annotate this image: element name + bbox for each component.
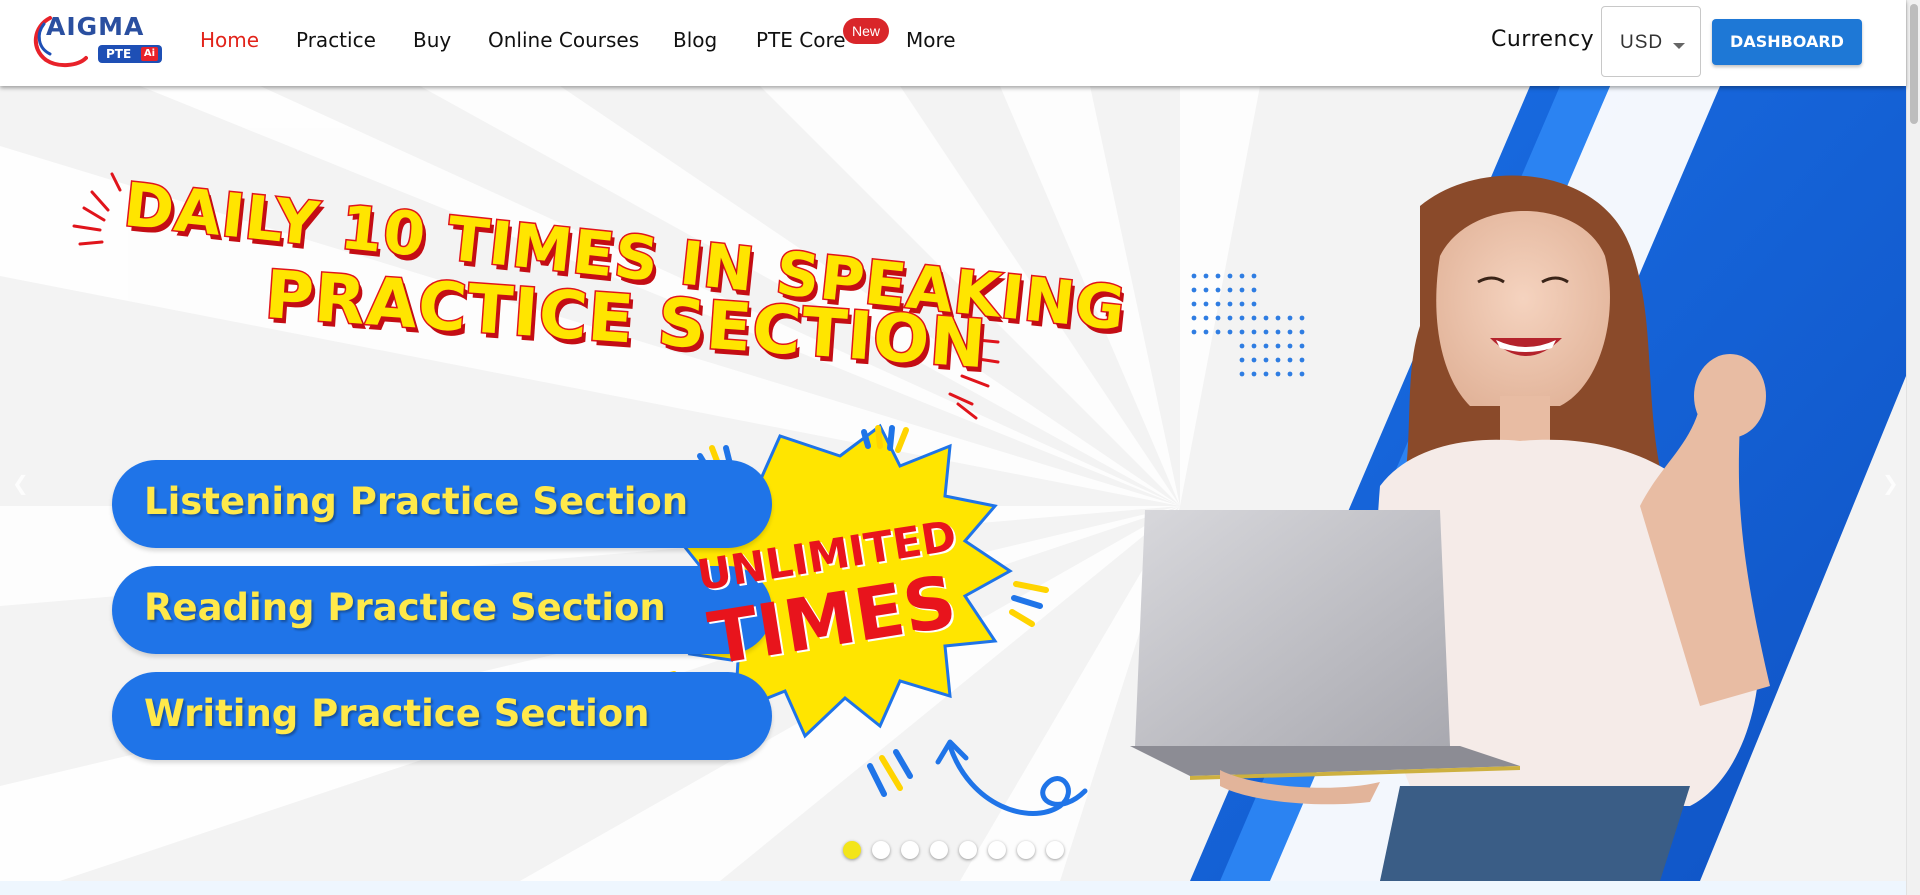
reading-section-pill[interactable]: Reading Practice Section <box>112 566 772 654</box>
hero-carousel: DAILY 10 TIMES IN SPEAKING PRACTICE SECT… <box>0 86 1906 881</box>
writing-section-label: Writing Practice Section <box>144 692 650 735</box>
nav-buy[interactable]: Buy <box>413 28 451 52</box>
new-badge: New <box>843 18 889 44</box>
carousel-prev-icon[interactable]: ❮ <box>12 471 29 496</box>
scrollbar-thumb[interactable] <box>1910 4 1918 124</box>
carousel-dot-7[interactable] <box>1017 841 1035 859</box>
currency-select[interactable]: USD <box>1601 6 1701 77</box>
carousel-dot-4[interactable] <box>930 841 948 859</box>
currency-label: Currency <box>1491 27 1595 52</box>
carousel-dot-6[interactable] <box>988 841 1006 859</box>
logo-ai-badge: Ai <box>140 47 158 61</box>
nav-practice[interactable]: Practice <box>296 28 376 52</box>
page-scrollbar[interactable] <box>1906 0 1920 895</box>
writing-section-pill[interactable]: Writing Practice Section <box>112 672 772 760</box>
section-divider <box>0 881 1906 895</box>
page: AIGMA PTE Ai Home Practice Buy Online Co… <box>0 0 1920 895</box>
carousel-dot-1[interactable] <box>843 841 861 859</box>
logo-badge-text: PTE <box>106 47 132 61</box>
carousel-dot-8[interactable] <box>1046 841 1064 859</box>
carousel-dot-5[interactable] <box>959 841 977 859</box>
nav-more[interactable]: More <box>906 28 956 52</box>
currency-value: USD <box>1620 32 1664 53</box>
listening-section-pill[interactable]: Listening Practice Section <box>112 460 772 548</box>
nav-pte-core[interactable]: PTE Core <box>756 28 846 52</box>
nav-blog[interactable]: Blog <box>673 28 717 52</box>
reading-section-label: Reading Practice Section <box>144 586 666 629</box>
nav-home[interactable]: Home <box>200 28 259 52</box>
carousel-dot-2[interactable] <box>872 841 890 859</box>
chevron-down-icon <box>1673 43 1685 49</box>
nav-online-courses[interactable]: Online Courses <box>488 28 639 52</box>
top-navbar: AIGMA PTE Ai Home Practice Buy Online Co… <box>0 0 1906 86</box>
logo-badge: PTE Ai <box>98 45 162 63</box>
carousel-dot-3[interactable] <box>901 841 919 859</box>
logo-text: AIGMA <box>46 12 145 41</box>
aigma-logo[interactable]: AIGMA PTE Ai <box>28 12 164 67</box>
listening-section-label: Listening Practice Section <box>144 480 689 523</box>
carousel-next-icon[interactable]: ❯ <box>1882 471 1899 496</box>
dashboard-button[interactable]: DASHBOARD <box>1712 19 1862 65</box>
